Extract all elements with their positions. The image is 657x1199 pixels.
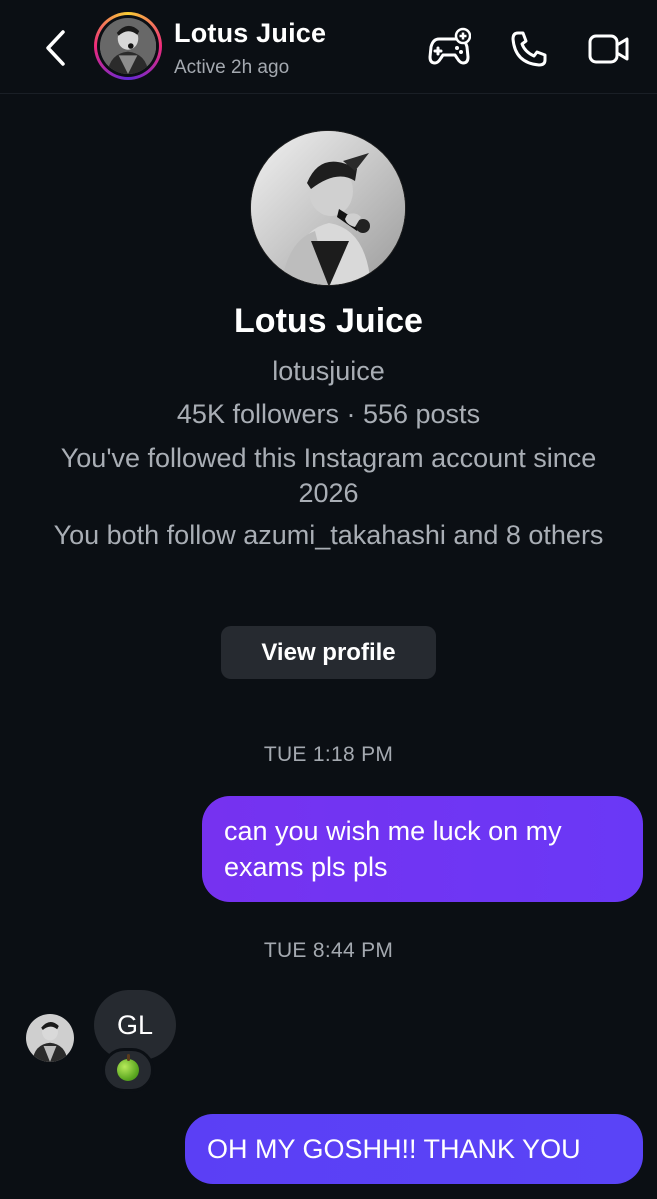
avatar-photo [26,1014,74,1062]
header-avatar[interactable] [94,12,162,80]
profile-avatar[interactable] [250,130,406,286]
avatar-photo [100,18,156,74]
chat-header: Lotus Juice Active 2h ago [0,0,657,94]
timestamp: TUE 1:18 PM [263,743,394,766]
game-controller-icon [428,27,471,65]
profile-handle: lotusjuice [272,356,385,386]
dm-screen: Lotus Juice Active 2h ago Lotus Juice lo… [0,0,657,1199]
header-status: Active 2h ago [174,57,290,78]
video-camera-icon [588,34,629,64]
voice-call-button[interactable] [506,26,552,72]
header-name[interactable]: Lotus Juice [174,18,326,49]
message-reaction[interactable] [102,1048,154,1092]
outgoing-message[interactable]: can you wish me luck on my exams pls pls [202,796,643,902]
back-button[interactable] [36,26,76,70]
game-button[interactable] [426,26,472,72]
timestamp: TUE 8:44 PM [263,939,394,962]
green-apple-icon [117,1054,139,1081]
chevron-left-icon [46,30,65,66]
follow-since-text: You've followed this Instagram account s… [60,443,597,508]
sender-avatar[interactable] [26,1014,74,1062]
video-call-button[interactable] [586,26,632,72]
phone-icon [511,31,547,67]
outgoing-message[interactable]: OH MY GOSHH!! THANK YOU [185,1114,643,1184]
view-profile-button[interactable]: View profile [221,626,436,679]
profile-stats: 45K followers · 556 posts [176,399,481,429]
mutual-followers-text: You both follow azumi_takahashi and 8 ot… [53,520,604,550]
profile-photo [251,131,405,285]
profile-name: Lotus Juice [234,302,423,340]
